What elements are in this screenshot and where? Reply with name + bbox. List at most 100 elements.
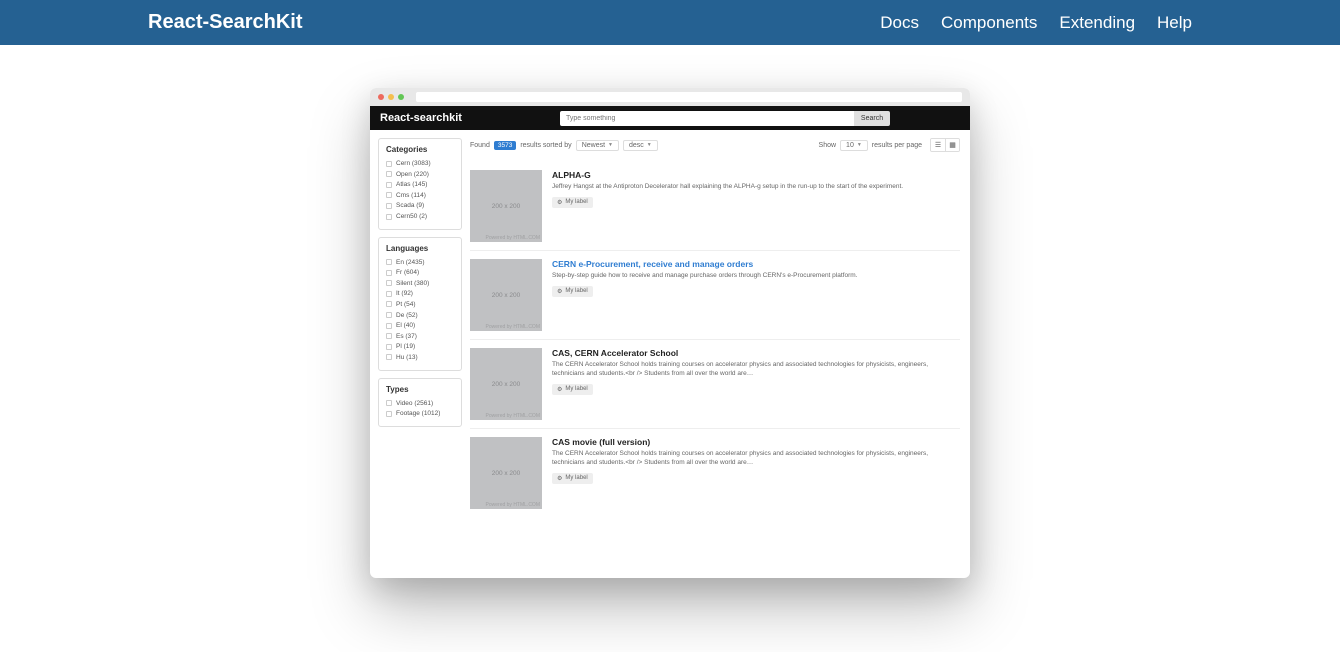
site-nav: Docs Components Extending Help <box>880 13 1192 33</box>
app-title: React-searchkit <box>380 112 550 124</box>
result-thumbnail[interactable]: 200 x 200Powered by HTML.COM <box>470 170 542 242</box>
show-label: Show <box>819 142 837 149</box>
result-title[interactable]: ALPHA-G <box>552 170 960 180</box>
facet-item-label: En (2435) <box>396 258 425 267</box>
facet-item-label: Silent (380) <box>396 279 429 288</box>
facet-item-label: It (92) <box>396 289 413 298</box>
nav-extending[interactable]: Extending <box>1059 13 1135 33</box>
result-description: Jeffrey Hangst at the Antiproton Deceler… <box>552 183 960 192</box>
result-thumbnail[interactable]: 200 x 200Powered by HTML.COM <box>470 348 542 420</box>
facet-item-label: Cern50 (2) <box>396 212 427 221</box>
checkbox-icon[interactable] <box>386 354 392 360</box>
checkbox-icon[interactable] <box>386 301 392 307</box>
result-item: 200 x 200Powered by HTML.COM CAS movie (f… <box>470 429 960 517</box>
checkbox-icon[interactable] <box>386 280 392 286</box>
facet-types: TypesVideo (2561)Footage (1012) <box>378 378 462 427</box>
maximize-icon[interactable] <box>398 94 404 100</box>
result-item: 200 x 200Powered by HTML.COM CERN e-Procu… <box>470 251 960 340</box>
checkbox-icon[interactable] <box>386 192 392 198</box>
checkbox-icon[interactable] <box>386 400 392 406</box>
facet-item-label: Pl (19) <box>396 342 415 351</box>
checkbox-icon[interactable] <box>386 312 392 318</box>
checkbox-icon[interactable] <box>386 411 392 417</box>
checkbox-icon[interactable] <box>386 171 392 177</box>
facet-item[interactable]: Atlas (145) <box>386 180 454 189</box>
checkbox-icon[interactable] <box>386 344 392 350</box>
per-page-label: results per page <box>872 142 922 149</box>
checkbox-icon[interactable] <box>386 323 392 329</box>
search-button[interactable]: Search <box>854 111 890 126</box>
result-thumbnail[interactable]: 200 x 200Powered by HTML.COM <box>470 259 542 331</box>
checkbox-icon[interactable] <box>386 333 392 339</box>
gear-icon: ⚙ <box>557 386 562 393</box>
checkbox-icon[interactable] <box>386 291 392 297</box>
checkbox-icon[interactable] <box>386 182 392 188</box>
facet-item-label: El (40) <box>396 321 415 330</box>
facet-item-label: De (52) <box>396 311 418 320</box>
facet-item[interactable]: Fr (604) <box>386 268 454 277</box>
thumbnail-watermark: Powered by HTML.COM <box>486 324 540 330</box>
checkbox-icon[interactable] <box>386 203 392 209</box>
result-label[interactable]: ⚙My label <box>552 473 593 484</box>
result-label[interactable]: ⚙My label <box>552 197 593 208</box>
facet-item-label: Cern (3083) <box>396 159 431 168</box>
result-description: Step-by-step guide how to receive and ma… <box>552 272 960 281</box>
url-bar[interactable] <box>416 92 962 102</box>
facet-item-label: Open (220) <box>396 170 429 179</box>
chevron-down-icon: ▼ <box>608 142 613 148</box>
facet-item[interactable]: Pl (19) <box>386 342 454 351</box>
chevron-down-icon: ▼ <box>857 142 862 148</box>
checkbox-icon[interactable] <box>386 161 392 167</box>
grid-view-button[interactable]: ▦ <box>945 139 959 151</box>
search-input[interactable] <box>560 111 854 126</box>
checkbox-icon[interactable] <box>386 214 392 220</box>
window-titlebar <box>370 88 970 106</box>
result-label[interactable]: ⚙My label <box>552 286 593 297</box>
result-thumbnail[interactable]: 200 x 200Powered by HTML.COM <box>470 437 542 509</box>
results-list: 200 x 200Powered by HTML.COM ALPHA-G Jeffr… <box>470 162 960 517</box>
facet-item-label: Fr (604) <box>396 268 419 277</box>
checkbox-icon[interactable] <box>386 270 392 276</box>
facet-item[interactable]: El (40) <box>386 321 454 330</box>
checkbox-icon[interactable] <box>386 259 392 265</box>
site-brand[interactable]: React-SearchKit <box>148 11 303 34</box>
result-title[interactable]: CAS movie (full version) <box>552 437 960 447</box>
nav-components[interactable]: Components <box>941 13 1037 33</box>
facet-item[interactable]: Footage (1012) <box>386 409 454 418</box>
minimize-icon[interactable] <box>388 94 394 100</box>
facet-item[interactable]: Scada (9) <box>386 201 454 210</box>
search-box: Search <box>560 111 890 126</box>
sort-dir-select[interactable]: desc▼ <box>623 140 658 151</box>
facet-item[interactable]: De (52) <box>386 311 454 320</box>
result-label[interactable]: ⚙My label <box>552 384 593 395</box>
thumbnail-watermark: Powered by HTML.COM <box>486 235 540 241</box>
facet-item[interactable]: En (2435) <box>386 258 454 267</box>
page-size-select[interactable]: 10▼ <box>840 140 868 151</box>
facet-item[interactable]: Open (220) <box>386 170 454 179</box>
sort-field-select[interactable]: Newest▼ <box>576 140 619 151</box>
nav-docs[interactable]: Docs <box>880 13 919 33</box>
facet-item[interactable]: Video (2561) <box>386 399 454 408</box>
result-description: The CERN Accelerator School holds traini… <box>552 361 960 379</box>
app-header: React-searchkit Search <box>370 106 970 130</box>
list-view-button[interactable]: ☰ <box>931 139 945 151</box>
gear-icon: ⚙ <box>557 199 562 206</box>
facet-item[interactable]: Cern50 (2) <box>386 212 454 221</box>
facet-item[interactable]: Silent (380) <box>386 279 454 288</box>
facet-categories: CategoriesCern (3083)Open (220)Atlas (14… <box>378 138 462 230</box>
result-title[interactable]: CAS, CERN Accelerator School <box>552 348 960 358</box>
facet-item-label: Cms (114) <box>396 191 426 200</box>
facet-item-label: Atlas (145) <box>396 180 427 189</box>
facet-item[interactable]: Cms (114) <box>386 191 454 200</box>
sorted-by-label: results sorted by <box>520 142 571 149</box>
facet-item[interactable]: Pt (54) <box>386 300 454 309</box>
facet-item[interactable]: It (92) <box>386 289 454 298</box>
nav-help[interactable]: Help <box>1157 13 1192 33</box>
result-description: The CERN Accelerator School holds traini… <box>552 450 960 468</box>
result-title[interactable]: CERN e-Procurement, receive and manage o… <box>552 259 960 269</box>
close-icon[interactable] <box>378 94 384 100</box>
facet-item[interactable]: Hu (13) <box>386 353 454 362</box>
facet-item-label: Es (37) <box>396 332 417 341</box>
facet-item[interactable]: Es (37) <box>386 332 454 341</box>
facet-item[interactable]: Cern (3083) <box>386 159 454 168</box>
